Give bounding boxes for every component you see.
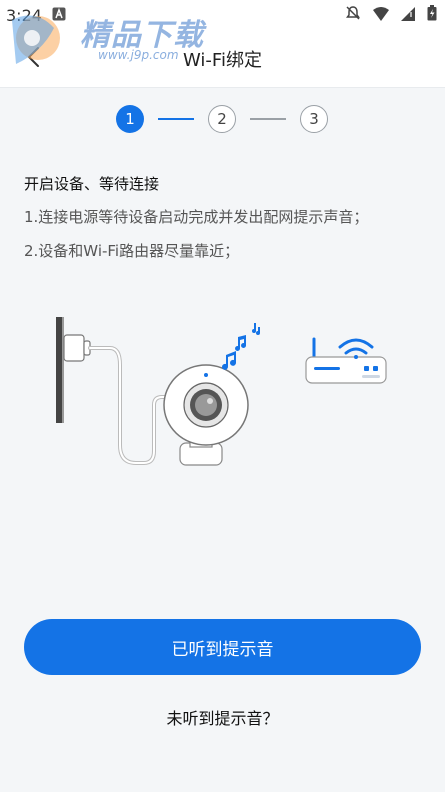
camera [163, 364, 249, 466]
page-title: Wi-Fi绑定 [183, 50, 262, 71]
wall-outlet [56, 317, 91, 423]
status-left: 3:24 [6, 6, 66, 25]
heard-tone-button[interactable]: 已听到提示音 [24, 619, 421, 675]
not-heard-tone-link[interactable]: 未听到提示音？ [0, 705, 445, 729]
music-notes [222, 323, 260, 370]
cellular-signal-icon [401, 6, 415, 25]
mute-bell-icon [345, 5, 361, 25]
step-1: 1 [116, 105, 144, 133]
setup-illustration [56, 317, 387, 466]
battery-icon [427, 5, 437, 25]
step-3: 3 [300, 105, 328, 133]
status-bar: 3:24 [0, 0, 445, 30]
progress-stepper: 1 2 3 [116, 104, 328, 134]
instructions-title: 开启设备、等待连接 [24, 175, 160, 193]
step-2: 2 [208, 105, 236, 133]
router [305, 337, 387, 384]
notification-app-icon [52, 6, 66, 25]
step-connector-2 [250, 118, 286, 120]
wifi-icon [373, 6, 389, 25]
status-time: 3:24 [6, 5, 42, 25]
step-connector-1 [158, 118, 194, 120]
instruction-line-2: 2.设备和Wi-Fi路由器尽量靠近； [24, 242, 240, 260]
wifi-signal-icon [338, 338, 374, 359]
instruction-line-1: 1.连接电源等待设备启动完成并发出配网提示声音； [24, 208, 369, 226]
app-header: Wi-Fi绑定 [0, 30, 445, 88]
power-cable [88, 346, 174, 465]
status-right [345, 5, 437, 25]
